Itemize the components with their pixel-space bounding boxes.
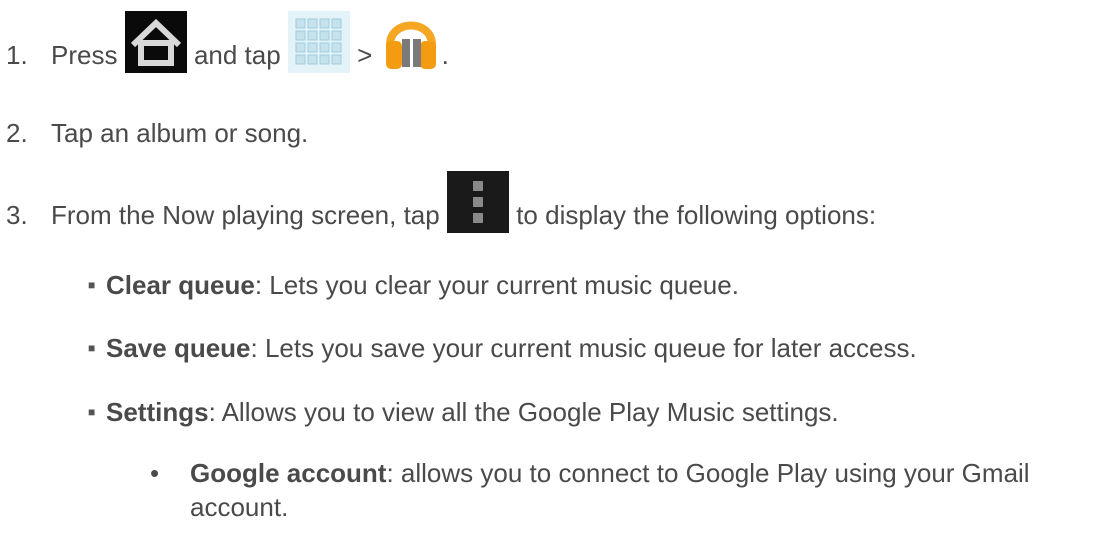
home-icon [124, 11, 187, 74]
step-3: 3. From the Now playing screen, tap to di… [6, 171, 877, 234]
step-text-and-tap: and tap [193, 40, 281, 70]
option-term: Save queue [106, 333, 251, 363]
option-term: Settings [106, 397, 209, 427]
step-text-end: . [441, 40, 449, 70]
apps-grid-icon [287, 11, 350, 74]
menu-icon [446, 171, 509, 234]
option-desc: : Allows you to view all the Google Play… [208, 397, 839, 427]
step-text: Tap an album or song. [51, 118, 309, 148]
step-text-gt: > [357, 40, 373, 70]
step-number: 1. [6, 40, 28, 70]
square-bullet-icon: ■ [88, 341, 96, 355]
step-number: 2. [6, 118, 28, 148]
square-bullet-icon: ■ [88, 278, 96, 292]
step-text-post: to display the following options: [516, 200, 877, 230]
sub-option-continuation: account. [190, 492, 288, 522]
step-2: 2. Tap an album or song. [6, 118, 308, 148]
step-text-press: Press [51, 40, 118, 70]
step-text-pre: From the Now playing screen, tap [51, 200, 440, 230]
play-music-icon [380, 11, 442, 73]
option-desc: : Lets you clear your current music queu… [254, 270, 739, 300]
sub-option-desc-2: account. [190, 492, 289, 522]
option-term: Clear queue [106, 270, 255, 300]
step-number: 3. [6, 200, 28, 230]
step-1: 1. Press and tap > . [6, 11, 449, 74]
sub-option-term: Google account [190, 458, 387, 488]
bullet-dot-icon: • [150, 458, 160, 488]
square-bullet-icon: ■ [88, 405, 96, 419]
sub-option-desc: : allows you to connect to Google Play u… [386, 458, 1030, 488]
option-desc: : Lets you save your current music queue… [250, 333, 917, 363]
